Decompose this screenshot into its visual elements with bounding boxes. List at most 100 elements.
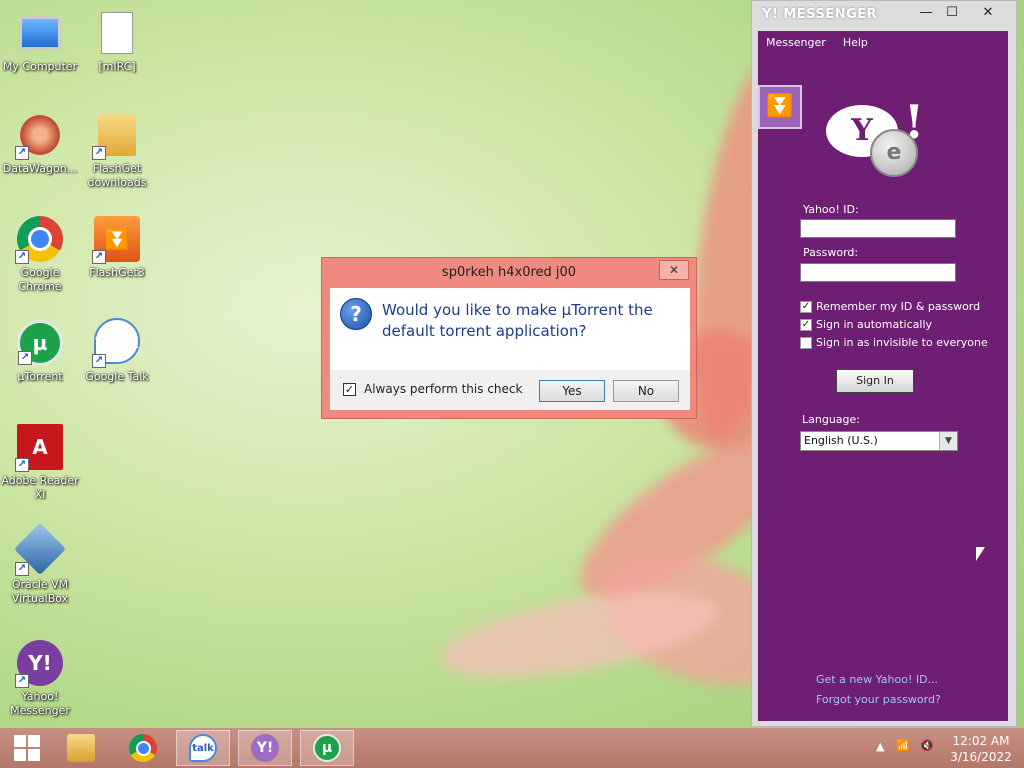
shortcut-arrow-icon: ↗	[92, 354, 106, 368]
clock-date: 3/16/2022	[950, 750, 1012, 764]
forgot-password-link[interactable]: Forgot your password?	[816, 693, 941, 706]
dialog-footer: ✓ Always perform this check Yes No	[330, 370, 690, 410]
desktop-icon-google-talk[interactable]: talk ↗ Google Talk	[77, 318, 157, 384]
messenger-login-panel: Messenger Help ⏬ Y ! e Yahoo! ID: Passwo…	[758, 31, 1008, 721]
invisible-label: Sign in as invisible to everyone	[816, 336, 988, 349]
auto-signin-option[interactable]: ✓ Sign in automatically	[800, 318, 932, 331]
invisible-option[interactable]: Sign in as invisible to everyone	[800, 336, 988, 349]
desktop-icon-my-computer[interactable]: My Computer	[0, 10, 80, 74]
sign-in-button[interactable]: Sign In	[836, 369, 914, 393]
flashget-icon: ⏬ ↗	[92, 216, 140, 264]
new-yahoo-id-link[interactable]: Get a new Yahoo! ID...	[816, 673, 938, 686]
yahoo-id-label: Yahoo! ID:	[803, 203, 859, 216]
messenger-brand: Y! MESSENGER	[762, 7, 878, 22]
yahoo-messenger-icon: Y!	[251, 734, 279, 762]
desktop-icon-label: Yahoo! Messenger	[10, 690, 70, 717]
taskbar-file-explorer[interactable]	[54, 730, 108, 766]
maximize-button[interactable]: ☐	[938, 3, 966, 23]
dialog-close-button[interactable]: ✕	[659, 260, 689, 280]
close-icon: ✕	[668, 263, 680, 277]
desktop-icon-label: FlashGet downloads	[87, 162, 147, 189]
desktop-icon-label: Adobe Reader XI	[1, 474, 79, 501]
taskbar-google-talk[interactable]: talk	[176, 730, 230, 766]
remember-option[interactable]: ✓ Remember my ID & password	[800, 300, 980, 313]
auto-signin-label: Sign in automatically	[816, 318, 933, 331]
desktop-icon-label: Google Talk	[85, 370, 149, 383]
yahoo-messenger-window: Y! MESSENGER — ☐ ✕ Messenger Help ⏬ Y ! …	[751, 0, 1017, 727]
utorrent-icon: µ	[313, 734, 341, 762]
computer-icon	[19, 16, 61, 50]
desktop-icon-datawagon[interactable]: ↗ DataWagon...	[0, 112, 80, 176]
dialog-title: sp0rkeh h4x0red j00	[441, 265, 577, 280]
desktop-icon-label: Google Chrome	[18, 266, 62, 293]
close-button[interactable]: ✕	[966, 3, 1010, 23]
desktop-icon-virtualbox[interactable]: ↗ Oracle VM VirtualBox	[0, 522, 80, 606]
desktop-icon-label: FlashGet3	[89, 266, 145, 279]
start-button[interactable]	[0, 730, 54, 766]
clock-time: 12:02 AM	[952, 734, 1010, 748]
show-hidden-icons-button[interactable]: ▲	[876, 740, 884, 768]
language-select[interactable]: English (U.S.) ▼	[800, 431, 958, 451]
yahoo-id-input[interactable]	[800, 219, 956, 238]
chrome-icon	[129, 734, 157, 762]
messenger-titlebar[interactable]: Y! MESSENGER — ☐ ✕	[752, 1, 1016, 29]
shortcut-arrow-icon: ↗	[15, 146, 29, 160]
datawagon-icon: ↗	[15, 112, 63, 160]
chrome-icon: ↗	[15, 216, 63, 264]
google-talk-icon: talk	[189, 734, 217, 762]
question-icon: ?	[340, 298, 372, 330]
remember-checkbox[interactable]: ✓	[800, 301, 812, 313]
always-check-option[interactable]: ✓ Always perform this check	[343, 382, 522, 396]
utorrent-icon: µ ↗	[17, 320, 63, 366]
desktop-icon-google-chrome[interactable]: ↗ Google Chrome	[0, 216, 80, 294]
menu-help[interactable]: Help	[843, 32, 868, 54]
windows-start-icon	[14, 735, 40, 761]
chevron-down-icon[interactable]: ▼	[939, 432, 957, 450]
desktop-icon-label: Oracle VM VirtualBox	[11, 578, 69, 605]
language-value: English (U.S.)	[804, 434, 878, 447]
taskbar-chrome[interactable]	[116, 730, 170, 766]
messenger-menubar: Messenger Help	[758, 31, 1008, 53]
file-explorer-icon	[67, 734, 95, 762]
taskbar: talk Y! µ ▲ 📶 🔇 12:02 AM 3/16/2022	[0, 728, 1024, 768]
shortcut-arrow-icon: ↗	[18, 351, 32, 365]
password-label: Password:	[803, 246, 859, 259]
yahoo-messenger-icon: Y! ↗	[15, 640, 63, 688]
taskbar-yahoo-messenger[interactable]: Y!	[238, 730, 292, 766]
system-clock[interactable]: 12:02 AM 3/16/2022	[946, 733, 1016, 765]
no-button[interactable]: No	[613, 380, 679, 402]
password-input[interactable]	[800, 263, 956, 282]
adobe-reader-icon: A ↗	[15, 424, 63, 472]
dialog-message: Would you like to make µTorrent the defa…	[382, 301, 653, 340]
dialog-body: ? Would you like to make µTorrent the de…	[330, 288, 690, 370]
taskbar-utorrent[interactable]: µ	[300, 730, 354, 766]
shortcut-arrow-icon: ↗	[92, 250, 106, 264]
desktop-icon-label: My Computer	[2, 60, 78, 73]
always-check-checkbox[interactable]: ✓	[343, 383, 356, 396]
yes-button[interactable]: Yes	[539, 380, 605, 402]
yahoo-logo: Y ! e	[826, 97, 924, 179]
shortcut-arrow-icon: ↗	[15, 250, 29, 264]
shortcut-arrow-icon: ↗	[15, 458, 29, 472]
desktop-icon-yahoo-messenger[interactable]: Y! ↗ Yahoo! Messenger	[0, 640, 80, 718]
remember-label: Remember my ID & password	[816, 300, 981, 313]
invisible-checkbox[interactable]	[800, 337, 812, 349]
default-app-dialog: sp0rkeh h4x0red j00 ✕ ? Would you like t…	[321, 257, 697, 419]
minimize-button[interactable]: —	[912, 3, 940, 23]
always-check-label: Always perform this check	[364, 382, 523, 396]
desktop-icon-adobe-reader[interactable]: A ↗ Adobe Reader XI	[0, 424, 80, 502]
desktop-icon-utorrent[interactable]: µ ↗ µTorrent	[0, 320, 80, 384]
network-icon[interactable]: 📶	[896, 739, 910, 768]
desktop-icon-label: µTorrent	[17, 370, 63, 383]
document-icon	[101, 12, 133, 54]
desktop-icon-mirc[interactable]: [mIRC]	[77, 10, 157, 74]
desktop-icon-flashget-downloads[interactable]: ↗ FlashGet downloads	[77, 112, 157, 190]
collapse-button[interactable]: ⏬	[758, 85, 802, 129]
double-chevron-down-icon: ⏬	[766, 94, 794, 119]
shortcut-arrow-icon: ↗	[15, 674, 29, 688]
auto-signin-checkbox[interactable]: ✓	[800, 319, 812, 331]
menu-messenger[interactable]: Messenger	[766, 32, 826, 54]
volume-muted-icon[interactable]: 🔇	[920, 739, 934, 768]
desktop-icon-flashget3[interactable]: ⏬ ↗ FlashGet3	[77, 216, 157, 280]
desktop-icon-label: [mIRC]	[98, 60, 136, 73]
